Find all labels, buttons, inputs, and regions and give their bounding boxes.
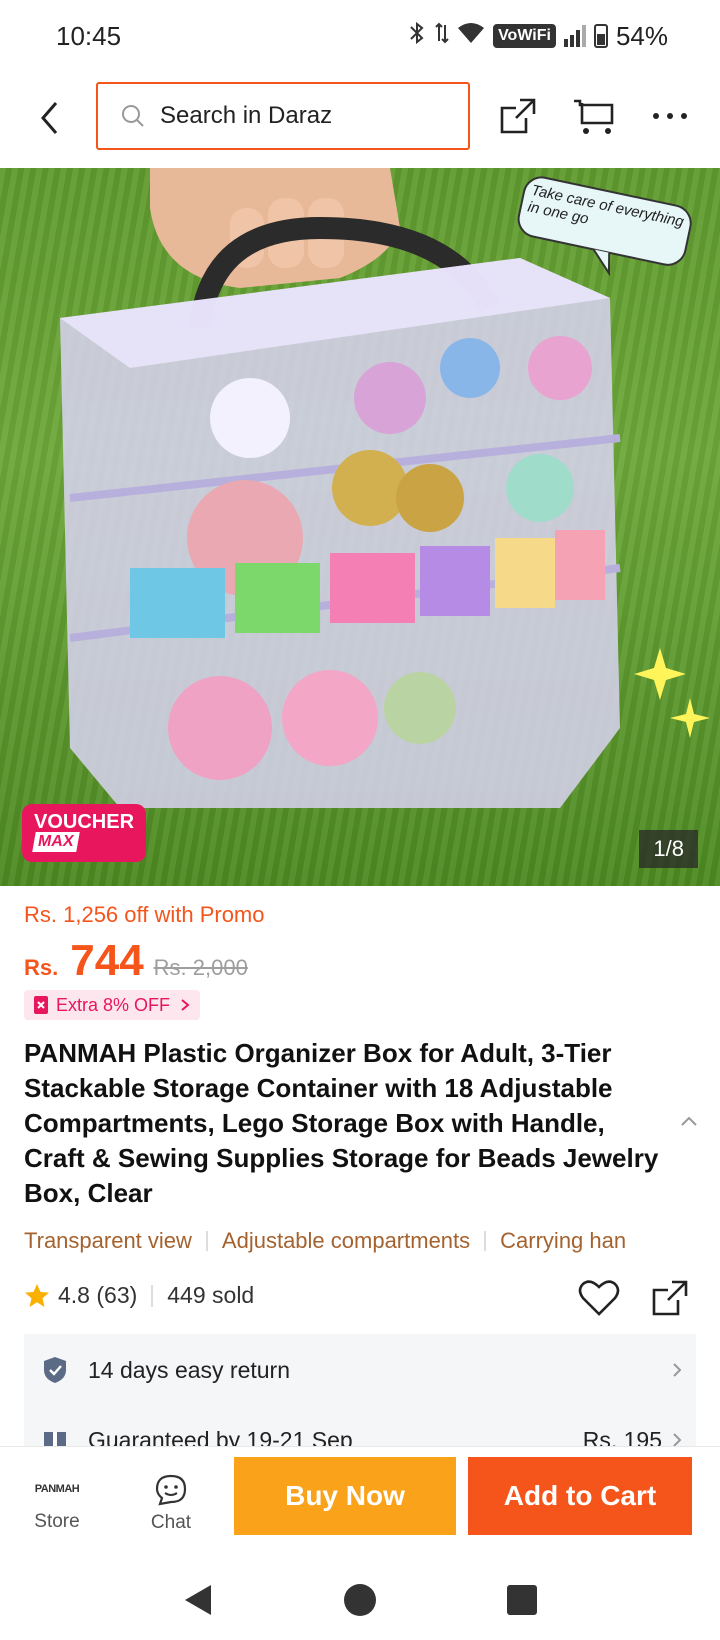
product-page: 10:45 VoWiFi 54% Search in Daraz Take ca… xyxy=(0,0,720,1640)
chevron-right-icon xyxy=(181,999,190,1011)
data-arrows-icon xyxy=(435,21,449,52)
heart-icon xyxy=(578,1280,620,1316)
vowifi-badge: VoWiFi xyxy=(493,24,556,48)
coupon-icon xyxy=(34,996,48,1014)
product-image-gallery[interactable]: Take care of everything in one go VOUCHE… xyxy=(0,168,720,886)
chat-label: Chat xyxy=(150,1512,192,1533)
more-icon xyxy=(653,113,687,119)
bluetooth-icon xyxy=(407,21,427,52)
shield-check-icon xyxy=(44,1357,66,1383)
top-nav: Search in Daraz xyxy=(0,72,720,164)
share-icon xyxy=(652,1280,688,1316)
feature-tag: Adjustable compartments xyxy=(221,1228,471,1253)
add-to-cart-button[interactable]: Add to Cart xyxy=(468,1457,692,1535)
wishlist-button[interactable] xyxy=(578,1278,620,1323)
store-logo: PANMAH xyxy=(34,1483,80,1495)
cart-button[interactable] xyxy=(572,94,616,138)
store-button[interactable]: PANMAH Store xyxy=(2,1447,112,1561)
share-button[interactable] xyxy=(496,94,540,138)
voucher-max-badge: VOUCHER MAX xyxy=(22,804,146,862)
image-counter: 1/8 xyxy=(639,830,698,868)
feature-tag: Transparent view xyxy=(24,1228,192,1253)
square-recents-icon xyxy=(507,1585,537,1615)
delivery-box-icon xyxy=(44,1432,66,1446)
share-product-button[interactable] xyxy=(650,1278,690,1323)
chevron-right-icon xyxy=(673,1363,682,1377)
battery-percent: 54% xyxy=(615,20,668,51)
status-icons: VoWiFi 54% xyxy=(407,21,668,52)
return-policy-row[interactable]: 14 days easy return xyxy=(42,1356,682,1384)
star-icon xyxy=(25,1283,49,1307)
back-button[interactable] xyxy=(30,94,70,142)
signal-icon xyxy=(563,25,586,47)
product-title: PANMAH Plastic Organizer Box for Adult, … xyxy=(24,1038,659,1208)
search-placeholder: Search in Daraz xyxy=(160,102,333,129)
sold-count: 449 sold xyxy=(167,1282,255,1308)
return-policy-label: 14 days easy return xyxy=(88,1356,291,1383)
chat-icon xyxy=(155,1474,187,1506)
chevron-up-icon xyxy=(681,1116,697,1126)
price-row: Rs. 744 Rs. 2,000 xyxy=(24,936,248,986)
rating-row[interactable]: 4.8 (63) 449 sold xyxy=(24,1282,254,1309)
back-arrow-icon xyxy=(41,102,58,134)
chat-button[interactable]: Chat xyxy=(116,1447,226,1561)
triangle-back-icon xyxy=(185,1585,211,1615)
voucher-max-label: MAX xyxy=(32,832,80,852)
status-bar: 10:45 VoWiFi 54% xyxy=(0,0,720,72)
status-time: 10:45 xyxy=(56,20,122,51)
extra-off-label: Extra 8% OFF xyxy=(56,994,171,1015)
nav-recents-button[interactable] xyxy=(500,1578,544,1622)
search-input[interactable]: Search in Daraz xyxy=(96,82,470,150)
rating-value: 4.8 (63) xyxy=(58,1282,138,1308)
wifi-icon xyxy=(457,21,485,52)
more-button[interactable] xyxy=(648,94,692,138)
share-icon xyxy=(500,98,536,134)
search-icon xyxy=(122,105,144,127)
buy-now-button[interactable]: Buy Now xyxy=(234,1457,456,1535)
tag-divider xyxy=(205,1231,208,1251)
store-label: Store xyxy=(34,1511,80,1532)
promo-text: Rs. 1,256 off with Promo xyxy=(24,902,265,927)
nav-back-button[interactable] xyxy=(176,1578,220,1622)
stat-divider xyxy=(151,1284,154,1307)
chevron-right-icon xyxy=(673,1433,682,1446)
cart-icon xyxy=(574,99,614,134)
delivery-row[interactable]: Guaranteed by 19-21 Sep Rs. 195 xyxy=(42,1426,682,1446)
price-value: 744 xyxy=(70,936,144,985)
collapse-title-button[interactable] xyxy=(680,1114,698,1132)
feature-tag: Carrying han xyxy=(500,1228,627,1253)
nav-home-button[interactable] xyxy=(338,1578,382,1622)
delivery-fee: Rs. 195 xyxy=(582,1426,662,1447)
original-price: Rs. 2,000 xyxy=(153,955,248,980)
service-panel: 14 days easy return Guaranteed by 19-21 … xyxy=(24,1334,696,1446)
delivery-label: Guaranteed by 19-21 Sep xyxy=(88,1426,353,1447)
extra-off-badge[interactable]: Extra 8% OFF xyxy=(24,990,201,1020)
circle-home-icon xyxy=(344,1584,376,1616)
price-currency: Rs. xyxy=(24,955,59,980)
battery-icon xyxy=(593,24,608,48)
voucher-label: VOUCHER xyxy=(34,811,135,833)
product-photo xyxy=(60,168,710,808)
tag-divider xyxy=(484,1231,487,1251)
system-nav-bar xyxy=(0,1560,720,1640)
bottom-action-bar: PANMAH Store Chat Buy Now Add to Cart xyxy=(0,1446,720,1560)
feature-tags: Transparent view Adjustable compartments… xyxy=(24,1228,720,1254)
